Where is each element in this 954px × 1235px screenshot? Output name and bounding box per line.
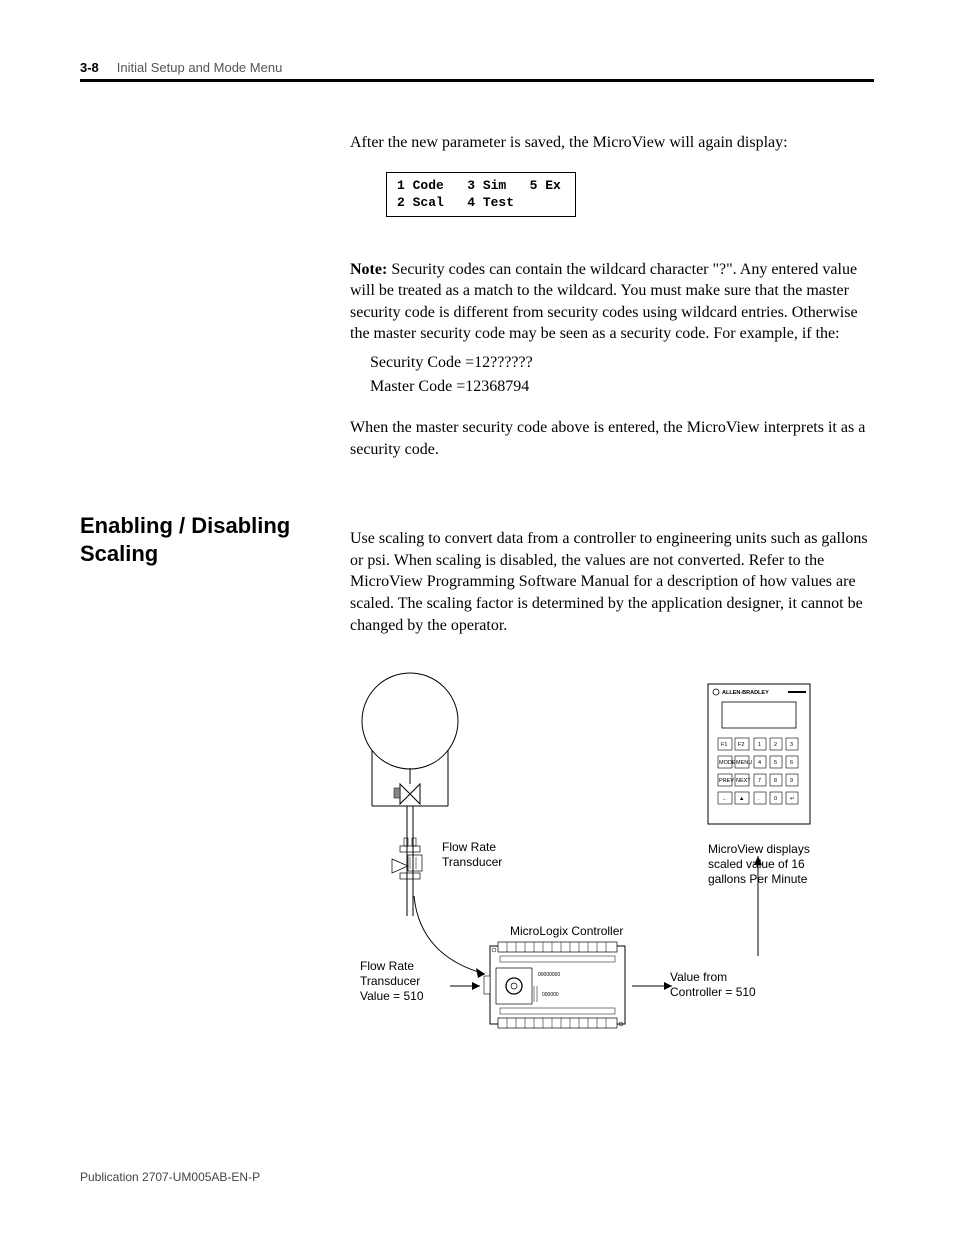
svg-text:▲: ▲ [739,796,744,802]
page-header: 3-8 Initial Setup and Mode Menu [80,60,874,82]
note-paragraph: Note: Security codes can contain the wil… [350,259,874,345]
paragraph-followup: When the master security code above is e… [350,417,874,460]
label-flow-value: Flow RateTransducerValue = 510 [360,959,424,1004]
svg-text:F2: F2 [738,742,744,748]
display-menu-box: 1 Code 3 Sim 5 Ex2 Scal 4 Test [386,172,576,217]
note-label: Note: [350,261,387,278]
svg-text:NEXT: NEXT [736,778,751,784]
svg-text:8: 8 [774,778,777,784]
svg-text:2: 2 [774,742,777,748]
label-flow-transducer: Flow RateTransducer [442,840,502,870]
svg-text:PREV: PREV [719,778,734,784]
publication-footer: Publication 2707-UM005AB-EN-P [80,1170,260,1184]
svg-text:7: 7 [758,778,761,784]
page-number: 3-8 [80,60,99,75]
security-code-line: Security Code =12?????? [370,351,874,375]
svg-text:↵: ↵ [790,796,795,802]
label-micrologix: MicroLogix Controller [510,924,623,939]
svg-text:6: 6 [790,760,793,766]
paragraph-scaling: Use scaling to convert data from a contr… [350,528,874,636]
svg-text:←: ← [722,796,728,802]
svg-text:00000000: 00000000 [538,972,560,978]
note-body: Security codes can contain the wildcard … [350,261,858,343]
svg-text:F1: F1 [721,742,727,748]
section-title: Initial Setup and Mode Menu [117,60,283,75]
svg-text:4: 4 [758,760,761,766]
label-mv-displays: MicroView displaysscaled value of 16gall… [708,842,810,887]
svg-text:000000: 000000 [542,992,559,998]
paragraph-intro: After the new parameter is saved, the Mi… [350,132,874,154]
svg-text:MODE: MODE [719,760,736,766]
svg-text:5: 5 [774,760,777,766]
svg-text:1: 1 [758,742,761,748]
master-code-line: Master Code =12368794 [370,375,874,399]
section-heading: Enabling / Disabling Scaling [80,512,310,567]
brand-text: ALLEN-BRADLEY [722,690,769,696]
scaling-diagram: 00000000 000000 [350,666,860,1086]
svg-text:9: 9 [790,778,793,784]
svg-text:3: 3 [790,742,793,748]
svg-text:0: 0 [774,796,777,802]
label-value-from: Value fromController = 510 [670,970,756,1000]
svg-text:MENU: MENU [736,760,752,766]
